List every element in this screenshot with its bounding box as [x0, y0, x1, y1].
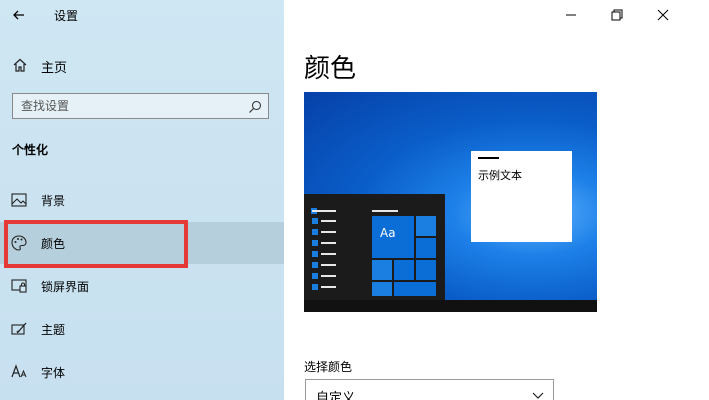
preview-start-line: [312, 210, 336, 212]
sidebar: 设置 主页 个性化 背景: [0, 0, 284, 400]
lock-screen-icon: [10, 277, 28, 295]
sidebar-item-label: 主题: [41, 323, 66, 337]
preview-tile: [416, 216, 436, 236]
preview-tile: [372, 260, 392, 280]
preview-start-icon: [312, 284, 318, 290]
preview-tile: [394, 260, 414, 280]
preview-sample-window: 示例文本: [471, 151, 572, 242]
choose-color-value: 自定义: [316, 391, 356, 400]
home-icon: [12, 57, 28, 73]
preview-start-line: [321, 242, 336, 244]
close-button[interactable]: [653, 5, 673, 25]
sidebar-item-color[interactable]: 颜色: [0, 222, 284, 264]
preview-start-menu: Aa: [304, 194, 445, 300]
minimize-icon: [566, 14, 576, 16]
nav-home[interactable]: 主页: [0, 52, 284, 80]
back-button[interactable]: [10, 6, 28, 24]
color-preview: Aa 示例文本: [304, 92, 597, 312]
close-icon: [657, 9, 669, 21]
window-controls: [549, 0, 709, 30]
preview-start-icon: [312, 262, 318, 268]
sidebar-item-label: 锁屏界面: [41, 280, 90, 294]
preview-tile: [394, 282, 436, 296]
sidebar-item-fonts[interactable]: 字体: [0, 351, 284, 393]
search-input[interactable]: [21, 98, 241, 114]
choose-color-dropdown[interactable]: 自定义: [305, 379, 554, 400]
search-icon[interactable]: [248, 99, 262, 113]
choose-color-label: 选择颜色: [304, 360, 353, 374]
preview-tile-large: Aa: [372, 216, 414, 258]
title-bar: 设置: [0, 0, 284, 30]
preview-start-icon: [312, 251, 318, 257]
preview-start-line: [321, 231, 336, 233]
nav-home-label: 主页: [41, 61, 68, 76]
search-box[interactable]: [12, 93, 269, 119]
sidebar-item-label: 背景: [41, 194, 66, 208]
sidebar-item-background[interactable]: 背景: [0, 179, 284, 221]
preview-start-icon: [312, 218, 318, 224]
app-title: 设置: [54, 9, 79, 23]
preview-sample-title-bar: [478, 157, 499, 159]
preview-start-icon: [312, 273, 318, 279]
sidebar-item-label: 字体: [41, 366, 66, 380]
preview-tile-label: Aa: [380, 226, 396, 240]
preview-start-line: [321, 286, 336, 288]
preview-tile: [372, 282, 392, 296]
font-icon: [10, 363, 28, 381]
sidebar-item-lock-screen[interactable]: 锁屏界面: [0, 265, 284, 307]
maximize-button[interactable]: [607, 5, 627, 25]
preview-start-line: [372, 210, 398, 212]
restore-icon: [611, 9, 623, 21]
section-title: 个性化: [12, 143, 49, 157]
preview-start-line: [321, 220, 336, 222]
main-panel: 颜色 Aa 示例文本 选择颜色 自定义: [284, 0, 709, 400]
preview-tile: [416, 238, 436, 258]
preview-taskbar: [304, 300, 597, 312]
preview-start-line: [321, 253, 336, 255]
preview-start-line: [321, 264, 336, 266]
page-title: 颜色: [304, 54, 357, 84]
theme-brush-icon: [10, 320, 28, 338]
preview-start-line: [321, 275, 336, 277]
image-icon: [10, 191, 28, 209]
preview-tile: [416, 260, 436, 280]
sidebar-item-theme[interactable]: 主题: [0, 308, 284, 350]
minimize-button[interactable]: [561, 5, 581, 25]
sidebar-item-label: 颜色: [41, 237, 66, 251]
preview-start-icon: [312, 240, 318, 246]
chevron-down-icon: [531, 387, 545, 400]
back-arrow-icon: [13, 10, 24, 20]
preview-start-icon: [312, 229, 318, 235]
palette-icon: [10, 234, 28, 252]
preview-sample-text: 示例文本: [478, 169, 522, 182]
